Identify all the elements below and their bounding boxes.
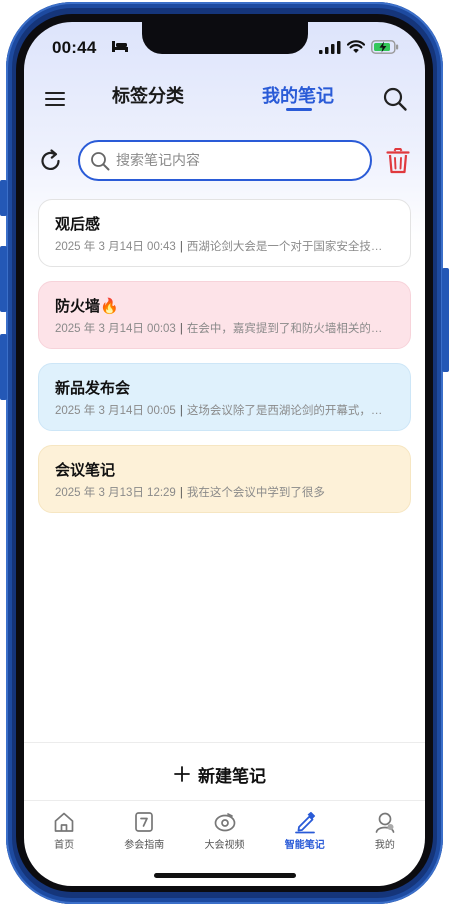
- note-meta: 2025 年 3 月13日 12:29 | 我在这个会议中学到了很多: [55, 484, 394, 500]
- video-icon: [214, 813, 235, 832]
- note-meta: 2025 年 3 月14日 00:03 | 在会中，嘉宾提到了和防火墙相关的…: [55, 320, 394, 336]
- active-tab-indicator: [286, 108, 312, 111]
- note-card[interactable]: 会议笔记 2025 年 3 月13日 12:29 | 我在这个会议中学到了很多: [38, 445, 411, 513]
- note-date: 2025 年 3 月14日 00:03: [55, 323, 176, 335]
- note-meta: 2025 年 3 月14日 00:43 | 西湖论剑大会是一个对于国家安全技…: [55, 238, 394, 254]
- note-separator: |: [179, 405, 183, 417]
- note-card[interactable]: 观后感 2025 年 3 月14日 00:43 | 西湖论剑大会是一个对于国家安全技…: [38, 199, 411, 267]
- trash-icon[interactable]: [386, 148, 410, 174]
- home-indicator: [154, 873, 296, 878]
- tabbar-label: 参会指南: [124, 840, 165, 851]
- tabbar-label: 大会视频: [204, 840, 245, 851]
- note-meta: 2025 年 3 月14日 00:05 | 这场会议除了是西湖论剑的开幕式，…: [55, 402, 394, 418]
- tabbar-label: 我的: [374, 840, 395, 851]
- tab-tag-categories[interactable]: 标签分类: [112, 82, 184, 108]
- note-date: 2025 年 3 月14日 00:43: [55, 241, 176, 253]
- power-button: [442, 268, 449, 372]
- note-title: 会议笔记: [55, 462, 116, 479]
- camera-notch: [142, 22, 308, 54]
- note-title: 观后感: [55, 216, 101, 233]
- sleep-focus-icon: [112, 41, 128, 52]
- note-card[interactable]: 新品发布会 2025 年 3 月14日 00:05 | 这场会议除了是西湖论剑的开幕…: [38, 363, 411, 431]
- tabbar-item-smart-notes[interactable]: 智能笔记: [265, 804, 345, 852]
- guide-icon: [135, 812, 154, 832]
- note-date: 2025 年 3 月13日 12:29: [55, 487, 176, 499]
- note-preview: 我在这个会议中学到了很多: [186, 487, 325, 499]
- note-title: 防火墙🔥: [55, 298, 119, 315]
- note-preview: 西湖论剑大会是一个对于国家安全技…: [186, 241, 383, 253]
- tab-my-notes[interactable]: 我的笔记: [262, 82, 334, 108]
- note-separator: |: [179, 323, 183, 335]
- note-separator: |: [179, 487, 183, 499]
- bottom-tab-bar: 首页 参会指南 大会视频 智能笔记 我的: [24, 804, 425, 852]
- battery-charging-icon: [371, 40, 399, 54]
- note-card[interactable]: 防火墙🔥 2025 年 3 月14日 00:03 | 在会中，嘉宾提到了和防火墙相关…: [38, 281, 411, 349]
- tabbar-item-guide[interactable]: 参会指南: [104, 804, 184, 852]
- search-input[interactable]: [116, 148, 356, 172]
- status-indicators: [319, 40, 399, 54]
- note-list: 观后感 2025 年 3 月14日 00:43 | 西湖论剑大会是一个对于国家安全技…: [38, 199, 411, 527]
- note-preview: 这场会议除了是西湖论剑的开幕式，…: [186, 405, 383, 417]
- search-field[interactable]: [78, 140, 372, 181]
- profile-icon: [375, 812, 395, 833]
- divider: [24, 800, 425, 801]
- tabbar-item-video[interactable]: 大会视频: [184, 804, 264, 852]
- search-icon[interactable]: [382, 86, 408, 112]
- silent-switch: [0, 180, 7, 216]
- new-note-button[interactable]: 新建笔记: [174, 762, 266, 786]
- tabbar-label: 首页: [54, 840, 75, 851]
- app-header: 标签分类 我的笔记: [24, 78, 425, 122]
- menu-icon[interactable]: [44, 88, 66, 110]
- home-icon: [54, 812, 74, 832]
- new-note-label: 新建笔记: [198, 766, 266, 786]
- tabbar-item-home[interactable]: 首页: [24, 804, 104, 852]
- tabbar-label: 智能笔记: [284, 840, 325, 851]
- app-screen: 00:44 标签分类 我的笔记 搜索笔记内容 观后感 2025 年 3 月14日…: [24, 22, 425, 886]
- pen-icon: [294, 811, 315, 834]
- divider: [24, 742, 425, 743]
- volume-up-button: [0, 246, 7, 312]
- wifi-icon: [347, 40, 365, 53]
- note-date: 2025 年 3 月14日 00:05: [55, 405, 176, 417]
- search-field-icon: [91, 152, 110, 171]
- note-preview: 在会中，嘉宾提到了和防火墙相关的…: [186, 323, 383, 335]
- tabbar-item-profile[interactable]: 我的: [345, 804, 425, 852]
- refresh-icon[interactable]: [38, 148, 64, 174]
- cellular-signal-icon: [319, 40, 341, 54]
- note-separator: |: [179, 241, 183, 253]
- note-title: 新品发布会: [55, 380, 131, 397]
- plus-icon: [174, 766, 190, 782]
- volume-down-button: [0, 334, 7, 400]
- status-time: 00:44: [52, 38, 97, 57]
